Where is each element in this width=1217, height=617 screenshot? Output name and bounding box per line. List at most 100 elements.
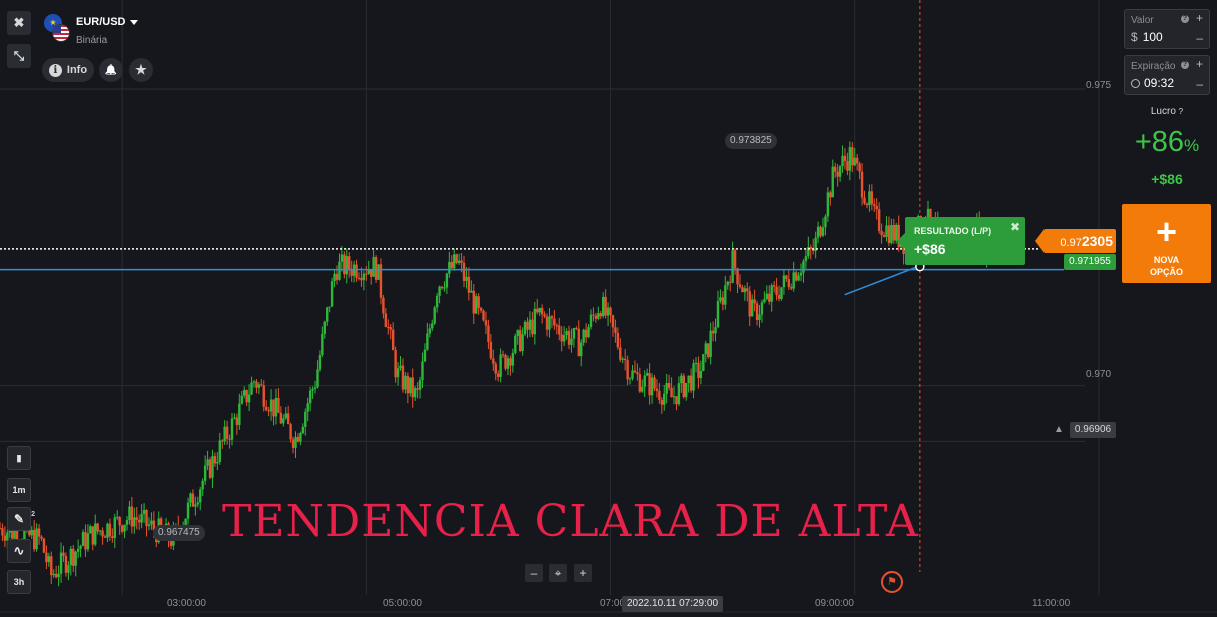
expiration-increase-button[interactable]: + [1196, 57, 1203, 71]
candle-body [1, 528, 4, 536]
indicators-button[interactable]: ∿ [7, 539, 31, 563]
collapse-button[interactable]: ⤡ [7, 44, 31, 68]
candle-body [694, 362, 698, 364]
candle-body [389, 327, 392, 330]
candle-body [465, 276, 468, 281]
help-icon[interactable]: ? [1179, 107, 1183, 116]
candle-body [499, 354, 502, 377]
candle-body [142, 509, 146, 514]
chart-type-button[interactable]: ▮ [7, 446, 31, 470]
candle-body [643, 375, 646, 387]
candle-body [150, 520, 153, 525]
candle-body [582, 329, 585, 343]
amount-decrease-button[interactable]: – [1196, 31, 1203, 45]
close-chart-button[interactable]: ✖ [7, 11, 31, 35]
candle-body [69, 548, 73, 566]
candle-body [203, 465, 207, 481]
candle-body [587, 326, 590, 338]
candle-body [299, 433, 302, 442]
candle-body [370, 269, 373, 277]
help-icon[interactable]: ? [1181, 61, 1189, 69]
candle-body [599, 313, 602, 317]
expiration-flag-icon: ⚑ [881, 571, 903, 593]
candle-body [423, 349, 427, 362]
candle-body [133, 517, 136, 527]
asset-selector[interactable]: ★ EUR/USD Binária [44, 14, 138, 50]
candle-body [409, 377, 412, 394]
candle-body [50, 556, 53, 576]
plus-icon: + [1155, 211, 1178, 252]
zoom-in-button[interactable]: + [574, 564, 592, 582]
candle-body [279, 412, 283, 424]
candle-body [76, 548, 80, 552]
amount-field[interactable]: Valor ? + – $100 [1124, 9, 1210, 49]
candle-body [291, 439, 295, 448]
alert-button[interactable]: 🔔 [99, 58, 123, 82]
amount-increase-button[interactable]: + [1196, 11, 1203, 25]
candle-body [584, 329, 588, 338]
period-button[interactable]: 3h [7, 570, 31, 594]
candle-body [628, 378, 632, 380]
candle-body [716, 301, 720, 328]
candle-body [384, 313, 388, 327]
candle-body [846, 161, 849, 171]
candle-body [760, 302, 764, 315]
candle-body [35, 528, 38, 550]
result-popup: RESULTADO (L/P) +$86 ✖ [897, 217, 1025, 265]
candle-body [540, 307, 544, 315]
candle-body [565, 331, 568, 336]
candle-body [787, 279, 790, 288]
bell-icon: 🔔 [104, 64, 118, 76]
candle-body [543, 314, 546, 317]
expiration-field[interactable]: Expiração ? + – 09:32 [1124, 55, 1210, 95]
candle-body [665, 383, 668, 394]
expiration-decrease-button[interactable]: – [1196, 77, 1203, 91]
help-icon[interactable]: ? [1181, 15, 1189, 23]
candle-body [223, 426, 226, 442]
candle-body [145, 509, 148, 527]
candle-body [221, 440, 224, 442]
candle-body [731, 250, 734, 283]
candle-body [677, 383, 681, 405]
zoom-out-button[interactable]: – [525, 564, 543, 582]
candle-body [853, 157, 856, 166]
info-button[interactable]: i Info [42, 58, 94, 82]
timeframe-button[interactable]: 1m [7, 478, 31, 502]
alert-price-tag[interactable]: 0.96906 [1070, 422, 1116, 438]
candle-body [128, 506, 131, 521]
candle-body [501, 354, 505, 356]
drawing-tools-button[interactable]: ✎ 2 [7, 507, 35, 531]
candle-body [770, 285, 773, 302]
candle-body [670, 387, 673, 398]
candle-body [829, 192, 832, 198]
new-option-button[interactable]: + NOVA OPÇÃO [1122, 204, 1211, 283]
info-label: Info [66, 64, 88, 76]
candle-body [689, 375, 693, 391]
candle-body [890, 225, 893, 243]
favorite-button[interactable]: ★ [129, 58, 153, 82]
candle-body [580, 342, 583, 357]
close-icon[interactable]: ✖ [1010, 220, 1020, 234]
candle-body [225, 426, 229, 439]
candle-body [304, 411, 307, 427]
candle-body [514, 335, 517, 353]
candle-body [516, 330, 519, 336]
zoom-reset-button[interactable]: ⌖ [549, 564, 567, 582]
candle-body [3, 535, 7, 541]
expiration-value[interactable]: 09:32 [1144, 76, 1174, 90]
candle-body [108, 523, 112, 537]
candle-body [123, 524, 126, 532]
candle-body [374, 257, 378, 280]
candle-body [753, 299, 756, 304]
candle-body [892, 225, 896, 241]
candle-body [418, 380, 422, 390]
candle-body [768, 293, 771, 302]
amount-value[interactable]: 100 [1143, 30, 1163, 44]
candle-body [880, 230, 883, 235]
candle-body [243, 390, 246, 396]
candle-body [594, 315, 598, 319]
candle-body [560, 334, 563, 342]
candle-body [873, 204, 876, 206]
candle-body [147, 524, 151, 527]
candle-body [472, 290, 475, 314]
